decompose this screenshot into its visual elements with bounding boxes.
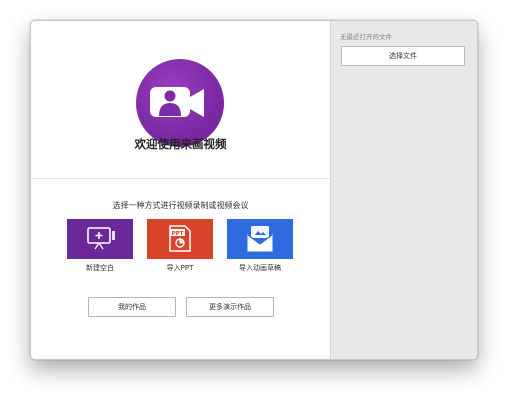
recent-files-sidebar: 无最近打开的文件 选择文件: [330, 21, 477, 359]
svg-text:PPT: PPT: [172, 231, 184, 237]
import-ppt-label: 导入PPT: [166, 264, 194, 272]
video-camera-person-icon: [136, 59, 224, 147]
choose-file-button[interactable]: 选择文件: [341, 46, 465, 66]
new-blank-card[interactable]: [67, 219, 133, 259]
section-divider: [31, 178, 330, 179]
app-window: 欢迎使用来画视频 选择一种方式进行视频录制或视频会议 新建空白 PPT 导入PP…: [30, 20, 478, 360]
new-blank-label: 新建空白: [86, 264, 114, 272]
no-recent-files-label: 无最近打开的文件: [340, 33, 392, 41]
instruction-text: 选择一种方式进行视频录制或视频会议: [112, 201, 249, 210]
more-demos-button[interactable]: 更多演示作品: [186, 297, 274, 317]
welcome-title: 欢迎使用来画视频: [134, 137, 227, 151]
my-works-button[interactable]: 我的作品: [88, 297, 176, 317]
welcome-panel: 欢迎使用来画视频 选择一种方式进行视频录制或视频会议 新建空白 PPT 导入PP…: [31, 21, 330, 359]
import-draft-label: 导入动画草稿: [239, 264, 281, 272]
import-ppt-card[interactable]: PPT: [147, 219, 213, 259]
import-draft-card[interactable]: [227, 219, 293, 259]
